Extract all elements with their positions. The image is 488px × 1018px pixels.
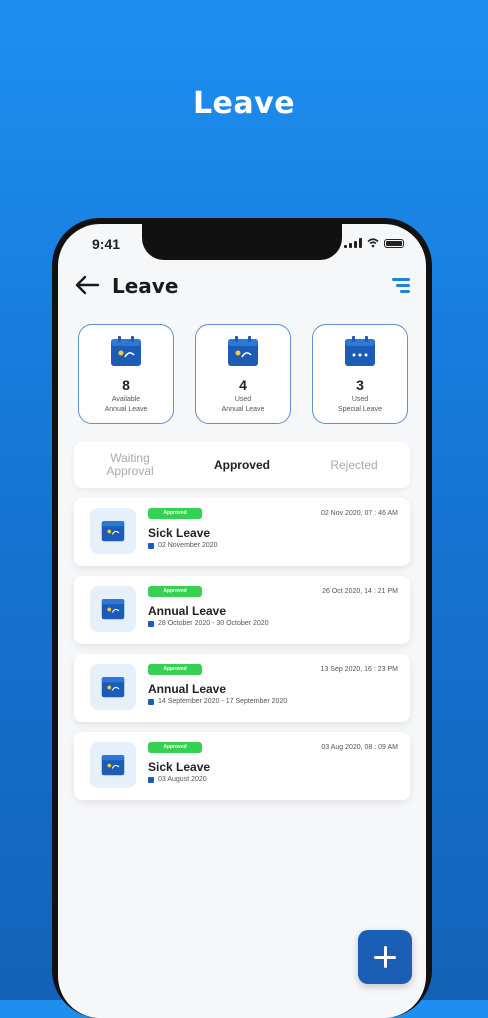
signal-icon xyxy=(344,238,362,248)
leave-icon xyxy=(90,586,136,632)
small-calendar-icon xyxy=(148,542,154,549)
submitted-date: 03 Aug 2020, 08 : 09 AM xyxy=(321,744,398,751)
hero-title: Leave xyxy=(192,86,296,121)
stat-card-used-annual[interactable]: 4 Used Annual Leave xyxy=(195,324,291,424)
page-title: Leave xyxy=(112,274,179,298)
leave-list: Approved 02 Nov 2020, 07 : 46 AM Sick Le… xyxy=(74,498,410,810)
phone-notch xyxy=(142,224,342,260)
status-badge: Approved xyxy=(148,508,202,519)
calendar-icon xyxy=(101,521,125,542)
calendar-icon xyxy=(228,336,258,366)
calendar-icon xyxy=(101,755,125,776)
leave-stats: 8 Available Annual Leave 4 Used Annual L… xyxy=(78,324,408,424)
tab-approved[interactable]: Approved xyxy=(186,458,298,472)
stat-value: 8 xyxy=(122,377,130,393)
leave-list-item[interactable]: Approved 13 Sep 2020, 16 : 23 PM Annual … xyxy=(74,654,410,722)
stat-label: Used Special Leave xyxy=(338,396,382,413)
leave-range: 14 September 2020 - 17 September 2020 xyxy=(148,698,287,705)
calendar-icon xyxy=(111,336,141,366)
status-icons xyxy=(344,238,404,248)
leave-list-item[interactable]: Approved 02 Nov 2020, 07 : 46 AM Sick Le… xyxy=(74,498,410,566)
app-header: Leave xyxy=(74,272,410,302)
add-leave-button[interactable] xyxy=(358,930,412,984)
leave-list-item[interactable]: Approved 26 Oct 2020, 14 : 21 PM Annual … xyxy=(74,576,410,644)
leave-range: 03 August 2020 xyxy=(148,776,207,783)
small-calendar-icon xyxy=(148,620,154,627)
small-calendar-icon xyxy=(148,698,154,705)
leave-type: Annual Leave xyxy=(148,604,227,618)
leave-icon xyxy=(90,742,136,788)
leave-icon xyxy=(90,664,136,710)
filter-icon[interactable] xyxy=(392,278,410,294)
stat-card-used-special[interactable]: 3 Used Special Leave xyxy=(312,324,408,424)
status-tabs: Waiting Approval Approved Rejected xyxy=(74,442,410,488)
wifi-icon xyxy=(367,238,379,248)
back-arrow-icon[interactable] xyxy=(74,274,100,296)
battery-icon xyxy=(384,238,404,248)
status-badge: Approved xyxy=(148,742,202,753)
status-badge: Approved xyxy=(148,664,202,675)
leave-type: Annual Leave xyxy=(148,682,227,696)
calendar-icon xyxy=(345,336,375,366)
stat-value: 3 xyxy=(356,377,364,393)
stat-label: Available Annual Leave xyxy=(104,396,148,413)
stat-label: Used Annual Leave xyxy=(221,396,265,413)
stat-value: 4 xyxy=(239,377,247,393)
submitted-date: 02 Nov 2020, 07 : 46 AM xyxy=(320,510,398,517)
leave-icon xyxy=(90,508,136,554)
status-time: 9:41 xyxy=(92,236,121,252)
submitted-date: 13 Sep 2020, 16 : 23 PM xyxy=(320,666,398,673)
calendar-icon xyxy=(101,677,125,698)
leave-range: 28 October 2020 - 30 October 2020 xyxy=(148,620,269,627)
calendar-icon xyxy=(101,599,125,620)
stat-card-available-annual[interactable]: 8 Available Annual Leave xyxy=(78,324,174,424)
leave-list-item[interactable]: Approved 03 Aug 2020, 08 : 09 AM Sick Le… xyxy=(74,732,410,800)
tab-waiting-approval[interactable]: Waiting Approval xyxy=(74,452,186,478)
small-calendar-icon xyxy=(148,776,154,783)
tab-rejected[interactable]: Rejected xyxy=(298,458,410,472)
leave-type: Sick Leave xyxy=(148,760,211,774)
status-badge: Approved xyxy=(148,586,202,597)
leave-type: Sick Leave xyxy=(148,526,211,540)
phone-frame: 9:41 Leave 8 Available Annual Leave 4 Us… xyxy=(52,218,432,1018)
submitted-date: 26 Oct 2020, 14 : 21 PM xyxy=(322,588,398,595)
app-screen: 9:41 Leave 8 Available Annual Leave 4 Us… xyxy=(58,224,426,1018)
leave-range: 02 November 2020 xyxy=(148,542,218,549)
